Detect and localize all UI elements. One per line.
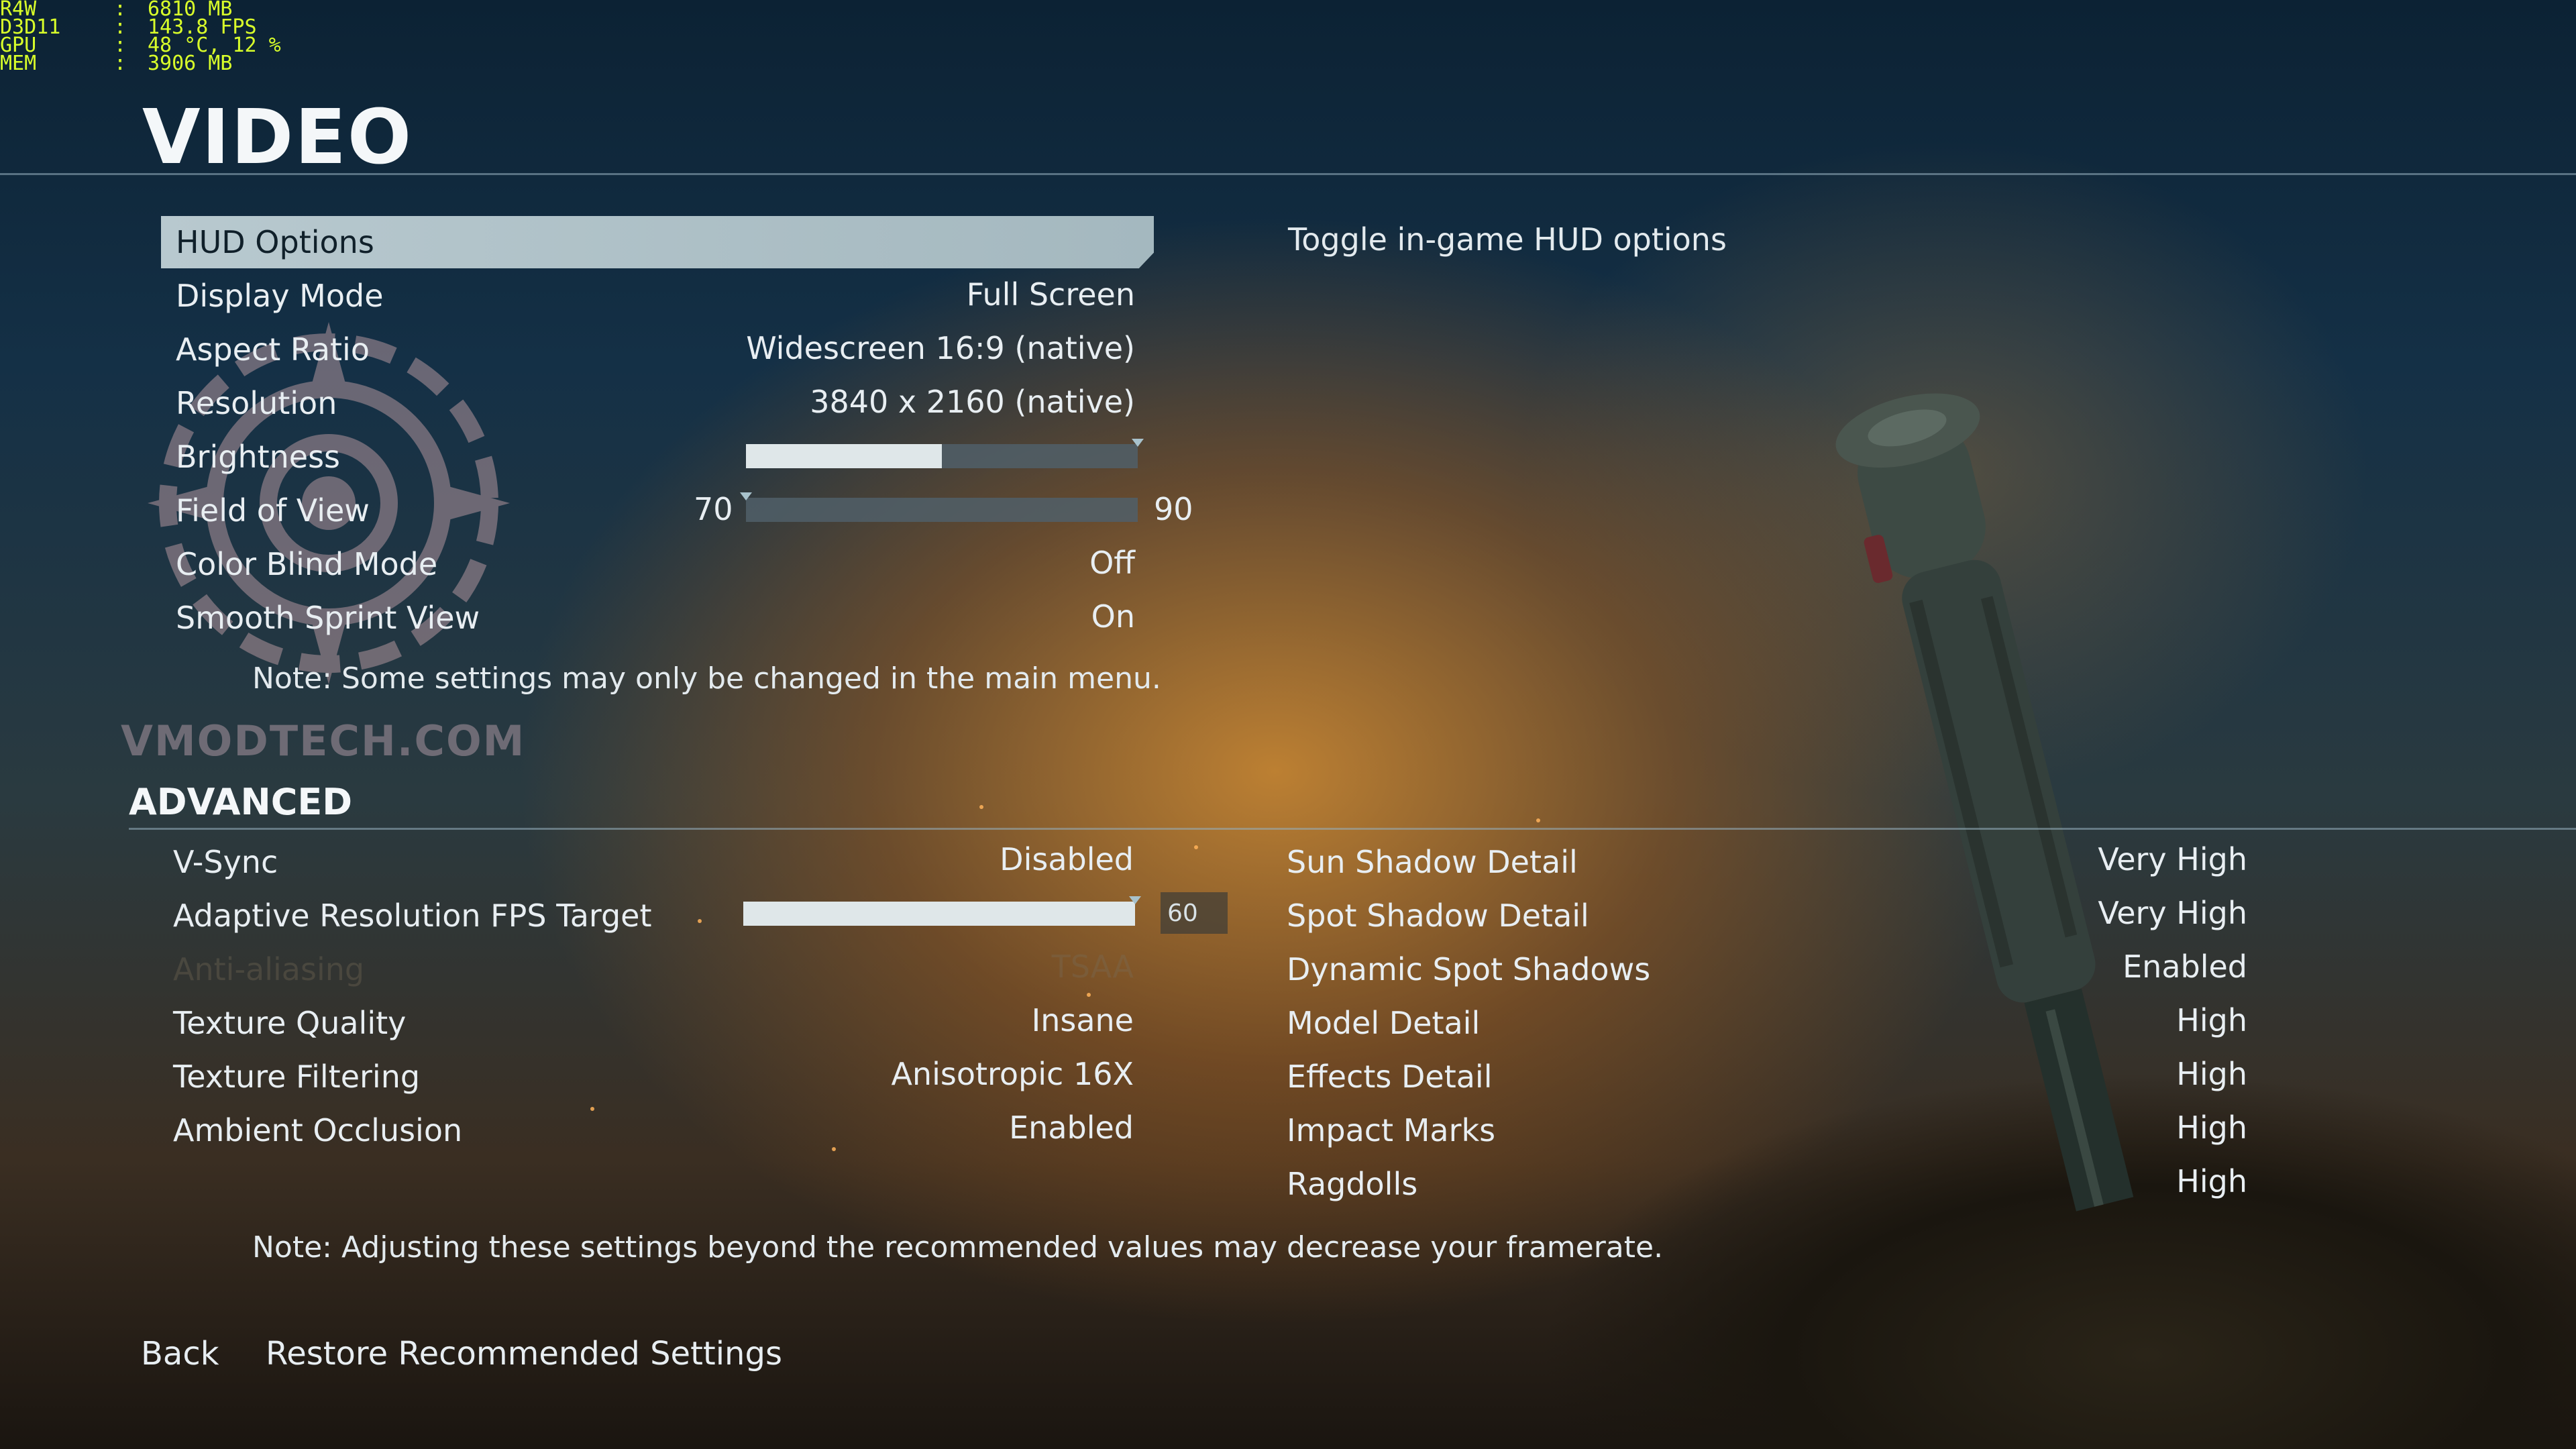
setting-spot-shadow-detail[interactable]: Spot Shadow Detail Very High bbox=[1287, 891, 2247, 943]
setting-aspect-ratio[interactable]: Aspect Ratio Widescreen 16:9 (native) bbox=[161, 323, 1154, 376]
title-divider bbox=[0, 173, 2576, 175]
setting-value: High bbox=[2176, 1002, 2247, 1038]
setting-value: Disabled bbox=[1000, 841, 1134, 877]
setting-dynamic-spot-shadows[interactable]: Dynamic Spot Shadows Enabled bbox=[1287, 945, 2247, 997]
setting-label: Sun Shadow Detail bbox=[1287, 844, 1578, 880]
fps-target-slider-fill bbox=[743, 902, 1135, 926]
setting-value: Off bbox=[1089, 545, 1135, 581]
setting-label: Color Blind Mode bbox=[176, 546, 438, 582]
setting-value: Enabled bbox=[1009, 1110, 1134, 1146]
setting-vsync[interactable]: V-Sync Disabled bbox=[173, 837, 1134, 890]
setting-label: V-Sync bbox=[173, 844, 278, 880]
setting-smooth-sprint-view[interactable]: Smooth Sprint View On bbox=[161, 592, 1154, 644]
setting-value: Widescreen 16:9 (native) bbox=[746, 330, 1135, 366]
main-menu-note: Note: Some settings may only be changed … bbox=[252, 661, 1161, 696]
setting-hud-options[interactable]: HUD Options bbox=[161, 216, 1154, 268]
setting-value: Very High bbox=[2098, 895, 2247, 931]
brightness-slider-marker bbox=[1132, 439, 1144, 447]
setting-model-detail[interactable]: Model Detail High bbox=[1287, 998, 2247, 1051]
setting-value: Full Screen bbox=[966, 276, 1135, 313]
fov-max-label: 90 bbox=[1154, 491, 1193, 527]
setting-sun-shadow-detail[interactable]: Sun Shadow Detail Very High bbox=[1287, 837, 2247, 890]
setting-color-blind-mode[interactable]: Color Blind Mode Off bbox=[161, 538, 1154, 590]
advanced-divider bbox=[129, 828, 2576, 830]
setting-value: 3840 x 2160 (native) bbox=[810, 384, 1135, 420]
setting-ambient-occlusion[interactable]: Ambient Occlusion Enabled bbox=[173, 1106, 1134, 1158]
setting-label: Dynamic Spot Shadows bbox=[1287, 951, 1651, 987]
setting-effects-detail[interactable]: Effects Detail High bbox=[1287, 1052, 2247, 1104]
setting-label: Anti-aliasing bbox=[173, 951, 365, 987]
setting-label: HUD Options bbox=[176, 224, 374, 260]
setting-value: High bbox=[2176, 1056, 2247, 1092]
restore-recommended-settings-button[interactable]: Restore Recommended Settings bbox=[266, 1335, 782, 1373]
setting-label: Ambient Occlusion bbox=[173, 1112, 463, 1148]
advanced-heading: ADVANCED bbox=[129, 781, 353, 823]
osd-row-mem: MEM:3906 MB bbox=[0, 52, 233, 75]
setting-value: TSAA bbox=[1051, 949, 1134, 985]
setting-display-mode[interactable]: Display Mode Full Screen bbox=[161, 270, 1154, 322]
brightness-slider-fill bbox=[746, 444, 942, 468]
performance-overlay: R4W:6810 MB D3D11:143.8 FPS GPU:48 °C, 1… bbox=[0, 0, 281, 75]
setting-value: Insane bbox=[1031, 1002, 1134, 1038]
setting-label: Ragdolls bbox=[1287, 1166, 1418, 1202]
setting-ragdolls[interactable]: Ragdolls High bbox=[1287, 1159, 2247, 1212]
setting-anti-aliasing: Anti-aliasing TSAA bbox=[173, 945, 1134, 997]
setting-label: Effects Detail bbox=[1287, 1059, 1493, 1095]
setting-label: Brightness bbox=[176, 439, 341, 475]
page-title: VIDEO bbox=[142, 94, 413, 181]
setting-resolution[interactable]: Resolution 3840 x 2160 (native) bbox=[161, 377, 1154, 429]
fov-slider-marker bbox=[740, 492, 752, 500]
setting-value: On bbox=[1091, 598, 1135, 635]
setting-texture-quality[interactable]: Texture Quality Insane bbox=[173, 998, 1134, 1051]
watermark-text: VMODTECH.COM bbox=[121, 716, 526, 765]
setting-texture-filtering[interactable]: Texture Filtering Anisotropic 16X bbox=[173, 1052, 1134, 1104]
fov-min-label: 70 bbox=[694, 491, 733, 527]
setting-value: Enabled bbox=[2123, 949, 2247, 985]
brightness-slider[interactable] bbox=[746, 439, 1144, 468]
setting-label: Display Mode bbox=[176, 278, 384, 314]
setting-description: Toggle in-game HUD options bbox=[1288, 221, 1727, 258]
setting-value: High bbox=[2176, 1110, 2247, 1146]
setting-label: Resolution bbox=[176, 385, 337, 421]
back-button[interactable]: Back bbox=[141, 1335, 219, 1373]
setting-label: Aspect Ratio bbox=[176, 331, 370, 368]
fps-target-slider[interactable] bbox=[743, 896, 1141, 926]
fps-target-value[interactable]: 60 bbox=[1161, 892, 1228, 934]
setting-label: Texture Filtering bbox=[173, 1059, 421, 1095]
setting-label: Spot Shadow Detail bbox=[1287, 898, 1589, 934]
fps-target-slider-marker bbox=[1129, 896, 1141, 904]
setting-impact-marks[interactable]: Impact Marks High bbox=[1287, 1106, 2247, 1158]
setting-value: High bbox=[2176, 1163, 2247, 1199]
fov-slider[interactable] bbox=[740, 492, 1138, 522]
framerate-note: Note: Adjusting these settings beyond th… bbox=[252, 1230, 1664, 1265]
setting-value: Very High bbox=[2098, 841, 2247, 877]
setting-label: Texture Quality bbox=[173, 1005, 407, 1041]
setting-label: Field of View bbox=[176, 492, 370, 529]
setting-label: Adaptive Resolution FPS Target bbox=[173, 898, 652, 934]
setting-value: Anisotropic 16X bbox=[891, 1056, 1134, 1092]
osd-row-gpu: GPU:48 °C, 12 % bbox=[0, 34, 281, 57]
setting-label: Model Detail bbox=[1287, 1005, 1481, 1041]
setting-label: Impact Marks bbox=[1287, 1112, 1496, 1148]
setting-label: Smooth Sprint View bbox=[176, 600, 480, 636]
